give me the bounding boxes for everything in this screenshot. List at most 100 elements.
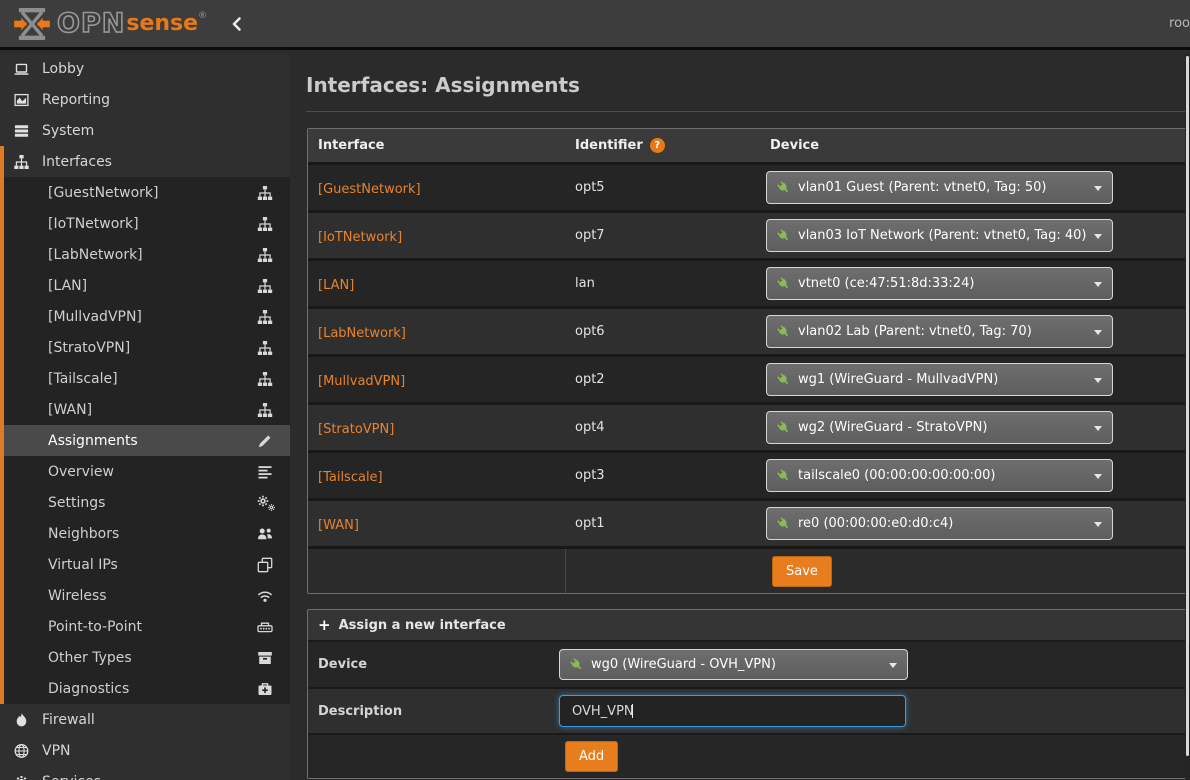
plug-icon [774, 274, 792, 292]
identifier-value: opt7 [565, 228, 760, 243]
sitemap-icon [257, 216, 273, 232]
sidebar-item-label: Virtual IPs [48, 557, 118, 573]
sidebar-item-label: Lobby [42, 61, 84, 77]
device-select[interactable]: vlan02 Lab (Parent: vtnet0, Tag: 70) [766, 315, 1113, 348]
add-form-row: Add [308, 733, 1188, 778]
chevron-down-icon [1094, 378, 1102, 383]
sidebar-item-vpn[interactable]: VPN [0, 735, 290, 766]
identifier-value: opt5 [565, 180, 760, 195]
interface-link[interactable]: [IoTNetwork] [318, 230, 402, 245]
sidebar-item-label: [GuestNetwork] [48, 185, 159, 201]
navbar-user-text[interactable]: roo [1169, 16, 1190, 31]
interface-link[interactable]: [MullvadVPN] [318, 374, 405, 389]
vertical-scrollbar-track[interactable] [1185, 53, 1190, 780]
interfaces-submenu: [GuestNetwork] [IoTNetwork] [LabNetwork]… [4, 177, 290, 704]
identifier-value: opt4 [565, 420, 760, 435]
sidebar-item-label: Diagnostics [48, 681, 129, 697]
interface-link[interactable]: [GuestNetwork] [318, 182, 421, 197]
interface-link[interactable]: [WAN] [318, 518, 359, 533]
top-navbar: OPNsense® roo [0, 0, 1190, 50]
chevron-down-icon [1094, 426, 1102, 431]
pencil-icon [257, 433, 273, 449]
sidebar-item-lan[interactable]: [LAN] [4, 270, 290, 301]
device-select[interactable]: wg2 (WireGuard - StratoVPN) [766, 411, 1113, 444]
description-input[interactable] [559, 695, 906, 727]
interface-link[interactable]: [LabNetwork] [318, 326, 406, 341]
sidebar-item-label: Neighbors [48, 526, 119, 542]
column-header-device: Device [760, 138, 1188, 153]
table-header-row: Interface Identifier? Device [308, 129, 1188, 162]
brand-sense-text: sense [126, 11, 198, 36]
sidebar-item-tailscale[interactable]: [Tailscale] [4, 363, 290, 394]
interface-link[interactable]: [LAN] [318, 278, 354, 293]
device-select[interactable]: vlan03 IoT Network (Parent: vtnet0, Tag:… [766, 219, 1113, 252]
device-select[interactable]: tailscale0 (00:00:00:00:00:00) [766, 459, 1113, 492]
table-row: [IoTNetwork] opt7 vlan03 IoT Network (Pa… [308, 210, 1188, 258]
sidebar-item-system[interactable]: System [0, 115, 290, 146]
device-form-row: Device wg0 (WireGuard - OVH_VPN) [308, 640, 1188, 687]
archive-icon [257, 650, 273, 666]
plug-icon [774, 226, 792, 244]
sidebar-item-reporting[interactable]: Reporting [0, 84, 290, 115]
sidebar-item-label: [StratoVPN] [48, 340, 130, 356]
brand-opn-text: OPN [57, 8, 125, 39]
sidebar: Lobby Reporting System Interfaces [Guest… [0, 53, 290, 780]
sidebar-item-label: Wireless [48, 588, 107, 604]
interface-link[interactable]: [Tailscale] [318, 470, 383, 485]
sidebar-item-stratovpn[interactable]: [StratoVPN] [4, 332, 290, 363]
assign-panel-title: Assign a new interface [339, 618, 506, 633]
assignments-table-panel: Interface Identifier? Device [GuestNetwo… [307, 128, 1189, 594]
device-select[interactable]: vtnet0 (ce:47:51:8d:33:24) [766, 267, 1113, 300]
sidebar-item-label: Other Types [48, 650, 132, 666]
plug-icon [774, 178, 792, 196]
save-button[interactable]: Save [772, 556, 832, 587]
sidebar-item-firewall[interactable]: Firewall [0, 704, 290, 735]
wifi-icon [257, 588, 273, 604]
sidebar-item-mullvadvpn[interactable]: [MullvadVPN] [4, 301, 290, 332]
sidebar-item-neighbors[interactable]: Neighbors [4, 518, 290, 549]
sidebar-item-iotnetwork[interactable]: [IoTNetwork] [4, 208, 290, 239]
plug-icon [774, 322, 792, 340]
identifier-value: opt3 [565, 468, 760, 483]
sidebar-item-diagnostics[interactable]: Diagnostics [4, 673, 290, 704]
interface-link[interactable]: [StratoVPN] [318, 422, 394, 437]
sitemap-icon [257, 247, 273, 263]
device-select[interactable]: wg1 (WireGuard - MullvadVPN) [766, 363, 1113, 396]
opnsense-logo[interactable]: OPNsense® [0, 0, 207, 47]
add-button[interactable]: Add [565, 741, 618, 772]
device-select[interactable]: vlan01 Guest (Parent: vtnet0, Tag: 50) [766, 171, 1113, 204]
sidebar-item-label: [LAN] [48, 278, 87, 294]
sidebar-item-wan[interactable]: [WAN] [4, 394, 290, 425]
sidebar-item-label: [WAN] [48, 402, 92, 418]
sitemap-icon [257, 185, 273, 201]
sidebar-collapse-chevron-left-icon[interactable] [229, 16, 245, 32]
sidebar-section-interfaces: Interfaces [GuestNetwork] [IoTNetwork] [… [0, 146, 290, 704]
sidebar-item-interfaces[interactable]: Interfaces [4, 146, 290, 177]
sidebar-item-services[interactable]: Services [0, 766, 290, 780]
sidebar-item-other-types[interactable]: Other Types [4, 642, 290, 673]
sidebar-item-labnetwork[interactable]: [LabNetwork] [4, 239, 290, 270]
device-select[interactable]: re0 (00:00:00:e0:d0:c4) [766, 507, 1113, 540]
sidebar-item-wireless[interactable]: Wireless [4, 580, 290, 611]
text-cursor [632, 704, 633, 718]
sidebar-item-lobby[interactable]: Lobby [0, 53, 290, 84]
sitemap-icon [257, 402, 273, 418]
modem-icon [257, 619, 273, 635]
sidebar-item-assignments[interactable]: Assignments [4, 425, 290, 456]
sidebar-item-label: Overview [48, 464, 114, 480]
table-row: [WAN] opt1 re0 (00:00:00:e0:d0:c4) [308, 498, 1188, 546]
sidebar-item-virtual-ips[interactable]: Virtual IPs [4, 549, 290, 580]
sidebar-item-label: Point-to-Point [48, 619, 142, 635]
sidebar-item-overview[interactable]: Overview [4, 456, 290, 487]
clone-icon [257, 557, 273, 573]
sidebar-item-settings[interactable]: Settings [4, 487, 290, 518]
new-device-select[interactable]: wg0 (WireGuard - OVH_VPN) [559, 649, 908, 680]
medkit-icon [257, 681, 273, 697]
vertical-scrollbar-thumb[interactable] [1186, 56, 1189, 756]
sidebar-item-point-to-point[interactable]: Point-to-Point [4, 611, 290, 642]
table-row: [Tailscale] opt3 tailscale0 (00:00:00:00… [308, 450, 1188, 498]
sidebar-item-guestnetwork[interactable]: [GuestNetwork] [4, 177, 290, 208]
question-circle-icon[interactable]: ? [650, 138, 665, 153]
plug-icon [567, 655, 585, 673]
chevron-down-icon [1094, 474, 1102, 479]
